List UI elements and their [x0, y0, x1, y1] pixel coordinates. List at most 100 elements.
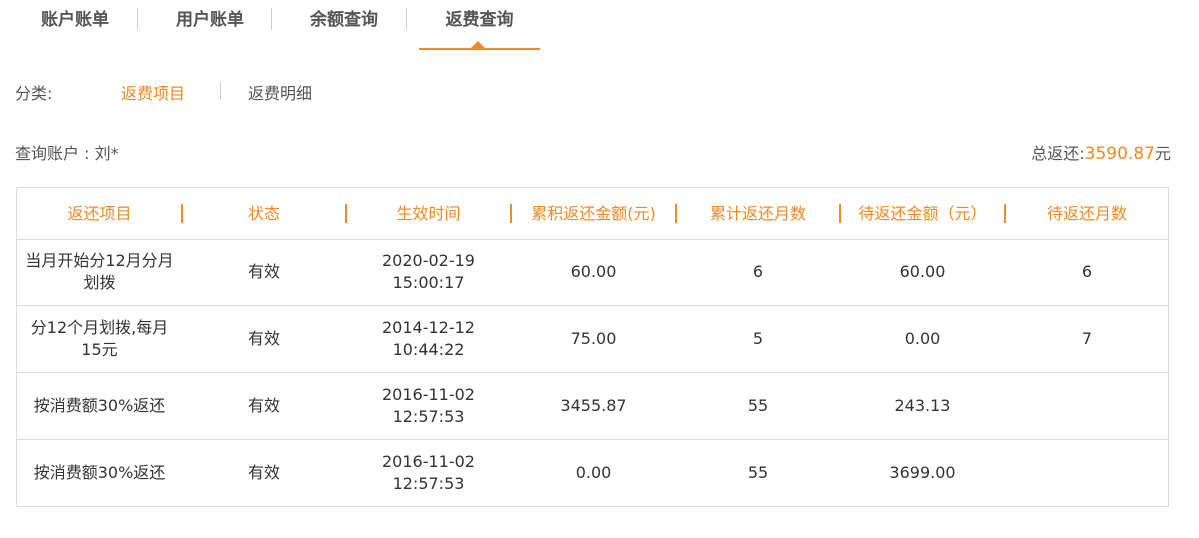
- cell-pending-amount-content: 3699.00: [889, 463, 956, 482]
- total-rebate-label: 总返还:: [1031, 144, 1085, 163]
- cell-pending-amount-content: 60.00: [899, 262, 946, 281]
- cell-cumulative-months-content: 6: [752, 262, 764, 281]
- cell-date: 2020-02-19: [382, 251, 475, 270]
- cell-pending-months-content: 6: [1081, 262, 1093, 281]
- tab-divider: [271, 8, 272, 30]
- cell-pending-amount: 3699.00: [841, 440, 1004, 506]
- header-pending-months: 待返还月数: [1046, 204, 1127, 223]
- header-cumulative-amount: 累积返还金额(元): [531, 204, 656, 223]
- cell-item: 按消费额30%返还: [17, 440, 182, 506]
- cell-item: 分12个月划拨,每月 15元: [17, 306, 182, 372]
- active-tab-caret-icon: [471, 41, 485, 48]
- cell-pending-amount-content: 243.13: [894, 396, 951, 415]
- cell-date: 2014-12-12: [382, 318, 475, 337]
- tab-account-bill[interactable]: 账户账单: [15, 0, 135, 40]
- cell-time: 12:57:53: [392, 474, 465, 493]
- cell-pending-months: 6: [1006, 239, 1168, 305]
- cell-cumulative-months: 55: [677, 440, 839, 506]
- category-option-rebate-items[interactable]: 返费项目: [121, 80, 185, 104]
- tab-divider: [406, 8, 407, 30]
- tab-divider: [137, 8, 138, 30]
- cell-time: 15:00:17: [392, 273, 465, 292]
- cell-item-line1: 按消费额30%返还: [33, 463, 166, 482]
- table-row: 分12个月划拨,每月 15元 有效 2014-12-12 10:44:22 75.00 5 0…: [17, 306, 1168, 373]
- cell-status-content: 有效: [247, 329, 280, 348]
- cell-cumulative-amount-content: 75.00: [570, 329, 617, 348]
- rebate-table: 返还项目 状态 生效时间 累积返还金额(元) 累计返还月数 待返还金额（元） 待…: [16, 187, 1169, 507]
- cell-item-content: 分12个月划拨,每月 15元: [31, 317, 168, 361]
- cell-cumulative-months-content: 55: [747, 396, 769, 415]
- total-rebate-unit: 元: [1154, 144, 1171, 163]
- cell-cumulative-amount: 60.00: [512, 239, 675, 305]
- cell-cumulative-amount-content: 3455.87: [560, 396, 627, 415]
- cell-time: 12:57:53: [392, 407, 465, 426]
- cell-pending-amount: 243.13: [841, 373, 1004, 439]
- cell-cumulative-months-content: 5: [752, 329, 764, 348]
- cell-item-line2: 划拨: [83, 273, 116, 292]
- cell-item-line2: 15元: [81, 340, 118, 359]
- cell-effective-time: 2014-12-12 10:44:22: [347, 306, 510, 372]
- cell-status: 有效: [183, 239, 345, 305]
- header-effective-time: 生效时间: [396, 204, 461, 223]
- cell-date: 2016-11-02: [382, 385, 475, 404]
- cell-item-content: 按消费额30%返还: [34, 395, 166, 417]
- cell-effective-time-content: 2016-11-02 12:57:53: [382, 384, 475, 428]
- total-rebate-amount: 3590.87: [1084, 144, 1155, 164]
- cell-effective-time-content: 2014-12-12 10:44:22: [382, 317, 475, 361]
- cell-cumulative-amount: 0.00: [512, 440, 675, 506]
- cell-status-content: 有效: [247, 396, 280, 415]
- cell-item: 当月开始分12月分月 划拨: [17, 239, 182, 305]
- cell-item-line1: 分12个月划拨,每月: [30, 318, 169, 337]
- cell-pending-amount-content: 0.00: [904, 329, 941, 348]
- cell-status: 有效: [183, 306, 345, 372]
- cell-cumulative-months: 55: [677, 373, 839, 439]
- category-option-rebate-details[interactable]: 返费明细: [248, 80, 312, 104]
- cell-item-content: 当月开始分12月分月 划拨: [25, 250, 173, 294]
- cell-item-line1: 当月开始分12月分月: [25, 251, 174, 270]
- cell-effective-time-content: 2020-02-19 15:00:17: [382, 250, 475, 294]
- category-divider: [220, 82, 221, 100]
- cell-pending-months: [1006, 440, 1168, 506]
- cell-status: 有效: [183, 440, 345, 506]
- tab-bar: 账户账单 用户账单 余额查询 返费查询: [0, 0, 1199, 52]
- cell-item-content: 按消费额30%返还: [34, 462, 166, 484]
- category-label: 分类:: [15, 84, 53, 103]
- cell-status-content: 有效: [247, 463, 280, 482]
- table-header: 返还项目 状态 生效时间 累积返还金额(元) 累计返还月数 待返还金额（元） 待…: [17, 188, 1168, 240]
- tab-rebate-query[interactable]: 返费查询: [419, 0, 540, 40]
- table-row: 当月开始分12月分月 划拨 有效 2020-02-19 15:00:17 60.00 6 60…: [17, 239, 1168, 306]
- cell-time: 10:44:22: [392, 340, 465, 359]
- cell-effective-time: 2016-11-02 12:57:53: [347, 440, 510, 506]
- cell-pending-amount: 0.00: [841, 306, 1004, 372]
- query-account: 查询账户 : 刘*: [15, 144, 119, 163]
- table-row: 按消费额30%返还 有效 2016-11-02 12:57:53 0.00 55 3699.…: [17, 440, 1168, 507]
- cell-effective-time: 2020-02-19 15:00:17: [347, 239, 510, 305]
- cell-pending-months: [1006, 373, 1168, 439]
- cell-effective-time: 2016-11-02 12:57:53: [347, 373, 510, 439]
- cell-pending-months-content: 7: [1081, 329, 1093, 348]
- cell-cumulative-months: 6: [677, 239, 839, 305]
- cell-cumulative-months: 5: [677, 306, 839, 372]
- header-cumulative-months: 累计返还月数: [709, 204, 806, 223]
- cell-status: 有效: [183, 373, 345, 439]
- cell-item: 按消费额30%返还: [17, 373, 182, 439]
- cell-status-content: 有效: [247, 262, 280, 281]
- cell-cumulative-amount-content: 0.00: [575, 463, 612, 482]
- total-rebate: 总返还:3590.87元: [1031, 140, 1171, 164]
- tab-balance-query[interactable]: 余额查询: [284, 0, 404, 40]
- header-pending-amount: 待返还金额（元）: [858, 204, 987, 223]
- cell-cumulative-months-content: 55: [747, 463, 769, 482]
- cell-pending-months: 7: [1006, 306, 1168, 372]
- header-item: 返还项目: [67, 204, 132, 223]
- header-status: 状态: [247, 204, 280, 223]
- tab-user-bill[interactable]: 用户账单: [150, 0, 270, 40]
- table-row: 按消费额30%返还 有效 2016-11-02 12:57:53 3455.87 55 24…: [17, 373, 1168, 440]
- cell-date: 2016-11-02: [382, 452, 475, 471]
- cell-pending-amount: 60.00: [841, 239, 1004, 305]
- active-tab-underline: [419, 48, 540, 50]
- cell-cumulative-amount-content: 60.00: [570, 262, 617, 281]
- cell-effective-time-content: 2016-11-02 12:57:53: [382, 451, 475, 495]
- cell-cumulative-amount: 3455.87: [512, 373, 675, 439]
- cell-item-line1: 按消费额30%返还: [33, 396, 166, 415]
- cell-cumulative-amount: 75.00: [512, 306, 675, 372]
